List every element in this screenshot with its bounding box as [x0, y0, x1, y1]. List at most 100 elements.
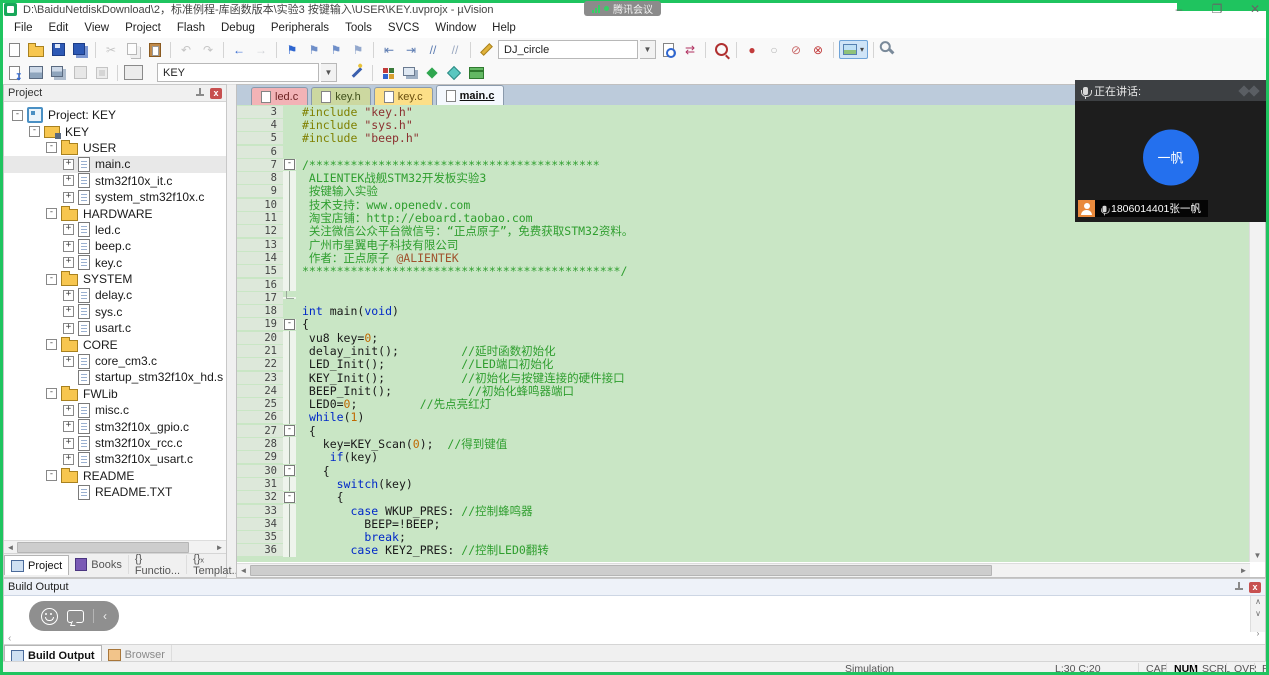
line-number[interactable]: 9 — [237, 185, 283, 197]
new-file-button[interactable] — [4, 40, 24, 59]
line-number[interactable]: 15 — [237, 265, 283, 277]
menu-flash[interactable]: Flash — [169, 22, 213, 34]
kill-all-breakpoints-button[interactable]: ⊗ — [808, 40, 828, 59]
line-number[interactable]: 10 — [237, 199, 283, 211]
stop-build-button[interactable] — [92, 63, 112, 82]
comment-button[interactable]: // — [423, 40, 443, 59]
line-number[interactable]: 34 — [237, 518, 283, 530]
fold-margin[interactable]: - — [283, 319, 296, 330]
line-number[interactable]: 24 — [237, 385, 283, 397]
tree-item-stm32f10x-usart-c[interactable]: +stm32f10x_usart.c — [4, 451, 226, 467]
fold-margin[interactable]: - — [283, 425, 296, 436]
close-panel-icon[interactable]: x — [1249, 582, 1261, 593]
collapse-icon[interactable]: - — [46, 339, 57, 350]
line-number[interactable]: 17 — [237, 292, 283, 304]
tree-item-project-key[interactable]: -Project: KEY — [4, 107, 226, 123]
line-number[interactable]: 3 — [237, 106, 283, 118]
expand-icon[interactable]: + — [63, 421, 74, 432]
collapse-icon[interactable]: - — [46, 274, 57, 285]
bookmark-toggle-button[interactable]: ⚑ — [282, 40, 302, 59]
tree-item-stm32f10x-gpio-c[interactable]: +stm32f10x_gpio.c — [4, 418, 226, 434]
bookmark-clear-button[interactable]: ⚑ — [348, 40, 368, 59]
menu-help[interactable]: Help — [484, 22, 524, 34]
line-number[interactable]: 12 — [237, 225, 283, 237]
tree-item-core[interactable]: -CORE — [4, 336, 226, 352]
line-number[interactable]: 21 — [237, 345, 283, 357]
line-number[interactable]: 19 — [237, 318, 283, 330]
file-extensions-button[interactable] — [422, 63, 442, 82]
editor-tab-key-h[interactable]: key.h — [311, 87, 370, 105]
line-number[interactable]: 36 — [237, 544, 283, 556]
rebuild-button[interactable] — [48, 63, 68, 82]
cut-button[interactable]: ✂ — [101, 40, 121, 59]
debug-windows-dropdown[interactable]: ▾ — [839, 40, 868, 59]
build-output-content[interactable] — [4, 596, 1250, 633]
tree-item-readme[interactable]: -README — [4, 468, 226, 484]
editor-tab-key-c[interactable]: key.c — [374, 87, 433, 105]
line-number[interactable]: 11 — [237, 212, 283, 224]
expand-icon[interactable]: + — [63, 405, 74, 416]
line-number[interactable]: 29 — [237, 451, 283, 463]
editor-hscrollbar[interactable]: ◄► — [237, 563, 1250, 577]
find-in-files-button[interactable] — [658, 40, 678, 59]
line-number[interactable]: 33 — [237, 505, 283, 517]
pin-icon[interactable] — [195, 88, 205, 98]
fold-margin[interactable]: - — [283, 492, 296, 503]
line-number[interactable]: 32 — [237, 491, 283, 503]
collapse-icon[interactable]: - — [46, 470, 57, 481]
bookmark-prev-button[interactable]: ⚑ — [304, 40, 324, 59]
expand-icon[interactable]: + — [63, 159, 74, 170]
unindent-button[interactable]: ⇤ — [379, 40, 399, 59]
line-number[interactable]: 5 — [237, 132, 283, 144]
chat-icon[interactable] — [67, 610, 84, 623]
line-number[interactable]: 22 — [237, 358, 283, 370]
line-number[interactable]: 6 — [237, 146, 283, 158]
collapse-icon[interactable]: - — [46, 388, 57, 399]
navigate-back-button[interactable]: ← — [229, 40, 249, 59]
line-number[interactable]: 25 — [237, 398, 283, 410]
menu-view[interactable]: View — [76, 22, 117, 34]
copy-button[interactable] — [123, 40, 143, 59]
fold-margin[interactable]: - — [283, 465, 296, 476]
line-number[interactable]: 13 — [237, 239, 283, 251]
line-number[interactable]: 31 — [237, 478, 283, 490]
line-number[interactable]: 26 — [237, 411, 283, 423]
tree-item-delay-c[interactable]: +delay.c — [4, 287, 226, 303]
tree-item-usart-c[interactable]: +usart.c — [4, 320, 226, 336]
tree-item-sys-c[interactable]: +sys.c — [4, 304, 226, 320]
save-all-button[interactable] — [70, 40, 90, 59]
line-number[interactable]: 4 — [237, 119, 283, 131]
editor-tab-led-c[interactable]: led.c — [251, 87, 308, 105]
line-number[interactable]: 35 — [237, 531, 283, 543]
expand-icon[interactable]: + — [63, 306, 74, 317]
multi-project-button[interactable] — [444, 63, 464, 82]
pin-icon[interactable] — [1234, 582, 1244, 592]
minimize-button[interactable]: – — [1173, 3, 1185, 15]
expand-icon[interactable]: + — [63, 290, 74, 301]
enable-breakpoint-button[interactable]: ○ — [764, 40, 784, 59]
undo-button[interactable]: ↶ — [176, 40, 196, 59]
meeting-header[interactable]: 正在讲话: — [1075, 80, 1266, 101]
collapse-icon[interactable]: - — [12, 110, 23, 121]
tree-item-misc-c[interactable]: +misc.c — [4, 402, 226, 418]
line-number[interactable]: 27 — [237, 425, 283, 437]
tree-item-readme-txt[interactable]: +README.TXT — [4, 484, 226, 500]
find-button[interactable] — [711, 40, 731, 59]
tree-item-beep-c[interactable]: +beep.c — [4, 238, 226, 254]
tree-item-stm32f10x-rcc-c[interactable]: +stm32f10x_rcc.c — [4, 435, 226, 451]
configuration-button[interactable] — [879, 40, 899, 59]
menu-tools[interactable]: Tools — [337, 22, 380, 34]
expand-icon[interactable]: + — [63, 356, 74, 367]
build-output-vscrollbar[interactable]: ∧∨› — [1250, 596, 1265, 632]
expand-icon[interactable]: + — [63, 323, 74, 334]
edit-search-icon[interactable] — [476, 40, 496, 59]
collapse-icon[interactable]: ‹ — [103, 609, 107, 623]
line-number[interactable]: 20 — [237, 332, 283, 344]
redo-button[interactable]: ↷ — [198, 40, 218, 59]
meeting-video-area[interactable]: 一帆 1806014401张一帆 — [1075, 101, 1266, 222]
menu-svcs[interactable]: SVCS — [380, 22, 427, 34]
tree-item-key-c[interactable]: +key.c — [4, 255, 226, 271]
expand-icon[interactable]: + — [63, 454, 74, 465]
fold-margin[interactable]: - — [283, 159, 296, 170]
bookmark-next-button[interactable]: ⚑ — [326, 40, 346, 59]
